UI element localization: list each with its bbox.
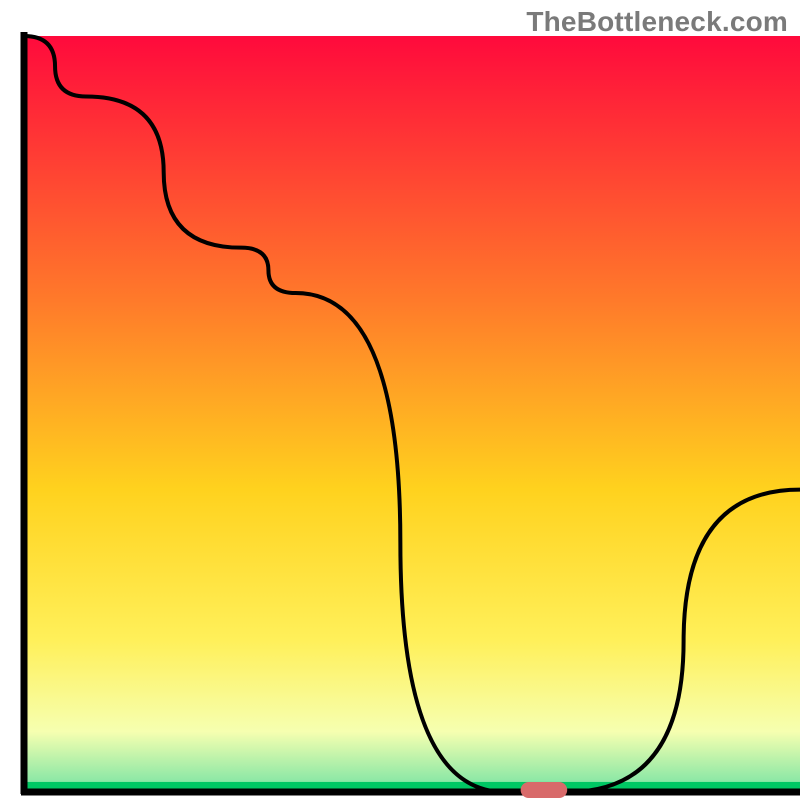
watermark-label: TheBottleneck.com: [526, 6, 788, 38]
chart-canvas: [0, 0, 800, 800]
sweet-spot-marker: [521, 782, 568, 798]
bottleneck-chart: TheBottleneck.com: [0, 0, 800, 800]
